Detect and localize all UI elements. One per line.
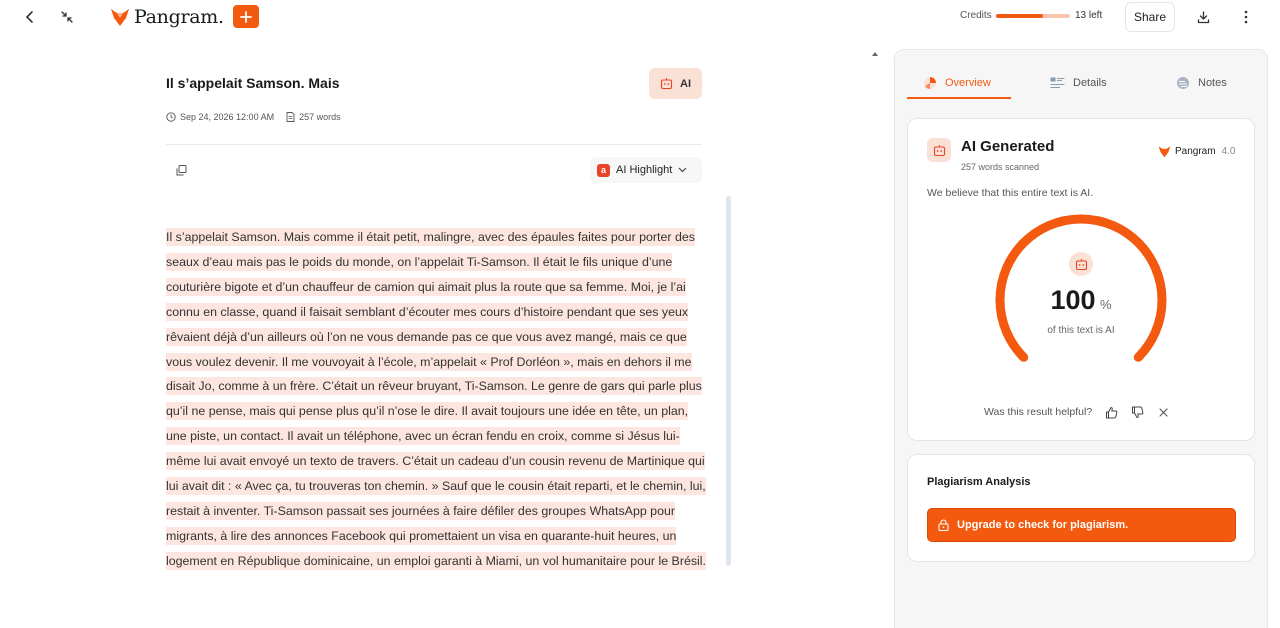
- details-icon: [1050, 77, 1065, 88]
- tab-details-label: Details: [1073, 76, 1107, 89]
- robot-icon: [660, 78, 673, 90]
- document-scrollbar[interactable]: [726, 196, 731, 566]
- active-tab-indicator: [907, 97, 1011, 99]
- document-meta: Sep 24, 2026 12:00 AM 257 words: [166, 112, 341, 122]
- words-scanned: 257 words scanned: [961, 162, 1040, 172]
- close-icon[interactable]: [1156, 405, 1170, 419]
- pangram-logo[interactable]: Pangram.: [110, 3, 224, 31]
- ai-percentage: 100 %: [1030, 285, 1132, 316]
- thumbs-down-icon[interactable]: [1130, 405, 1144, 419]
- ai-badge-label: AI: [680, 77, 691, 90]
- tab-details[interactable]: Details: [1050, 66, 1107, 99]
- ai-percentage-value: 100: [1050, 285, 1096, 315]
- tab-notes[interactable]: Notes: [1176, 66, 1227, 99]
- robot-icon: [927, 138, 951, 162]
- upgrade-plagiarism-button[interactable]: Upgrade to check for plagiarism.: [927, 508, 1236, 542]
- tab-notes-label: Notes: [1198, 76, 1227, 89]
- copy-icon[interactable]: [175, 164, 188, 177]
- document-word-count: 257 words: [299, 112, 341, 122]
- robot-icon: [1069, 252, 1093, 276]
- fox-logo-icon: [111, 9, 129, 26]
- credits-progress-fill: [996, 14, 1043, 18]
- chevron-down-icon: [678, 167, 687, 173]
- tab-overview[interactable]: Overview: [923, 66, 991, 99]
- panel-tabs: Overview Details Notes: [907, 66, 1255, 100]
- document-body: Il s’appelait Samson. Mais comme il étai…: [166, 225, 706, 574]
- document-icon: [286, 112, 295, 122]
- ai-highlight-label: AI Highlight: [616, 164, 673, 176]
- ai-percentage-caption: of this text is AI: [1047, 325, 1115, 336]
- ai-highlighted-text: Il s’appelait Samson. Mais comme il étai…: [166, 228, 706, 570]
- overview-icon: [924, 76, 936, 89]
- new-document-button[interactable]: [233, 5, 259, 28]
- credits-progress-bar: [996, 14, 1070, 18]
- model-tag: Pangram 4.0: [1158, 145, 1235, 158]
- feedback-question: Was this result helpful?: [984, 406, 1093, 418]
- top-bar: Pangram. Credits 13 left Share: [0, 0, 1280, 34]
- more-options-icon[interactable]: [1235, 6, 1257, 28]
- header-divider: [166, 144, 702, 145]
- clock-icon: [166, 112, 176, 122]
- scroll-up-icon[interactable]: [872, 52, 878, 56]
- collapse-icon[interactable]: [56, 6, 78, 28]
- upgrade-button-label: Upgrade to check for plagiarism.: [957, 519, 1129, 531]
- ai-highlight-logo-icon: a: [597, 163, 610, 177]
- credits-left: 13 left: [1075, 10, 1103, 21]
- model-name: Pangram: [1175, 146, 1216, 157]
- result-statement: We believe that this entire text is AI.: [927, 187, 1094, 199]
- ai-badge: AI: [649, 68, 702, 99]
- percent-sign: %: [1099, 297, 1112, 312]
- document-date: Sep 24, 2026 12:00 AM: [180, 112, 275, 122]
- tab-overview-label: Overview: [945, 76, 991, 89]
- lock-icon: [938, 519, 949, 531]
- plagiarism-title: Plagiarism Analysis: [927, 476, 1031, 488]
- thumbs-up-icon[interactable]: [1104, 405, 1118, 419]
- fox-logo-icon: [1158, 146, 1171, 158]
- logo-text: Pangram.: [134, 6, 224, 28]
- back-arrow-icon[interactable]: [19, 6, 41, 28]
- ai-highlight-dropdown[interactable]: a AI Highlight: [590, 157, 702, 183]
- credits-label: Credits: [960, 10, 992, 21]
- download-icon[interactable]: [1192, 6, 1214, 28]
- notes-icon: [1177, 76, 1189, 89]
- result-heading: AI Generated: [961, 138, 1055, 155]
- document-title: Il s’appelait Samson. Mais: [166, 75, 340, 91]
- share-button[interactable]: Share: [1125, 2, 1175, 32]
- feedback-row: Was this result helpful?: [984, 405, 1170, 419]
- model-version: 4.0: [1221, 146, 1236, 157]
- plus-icon: [240, 10, 252, 23]
